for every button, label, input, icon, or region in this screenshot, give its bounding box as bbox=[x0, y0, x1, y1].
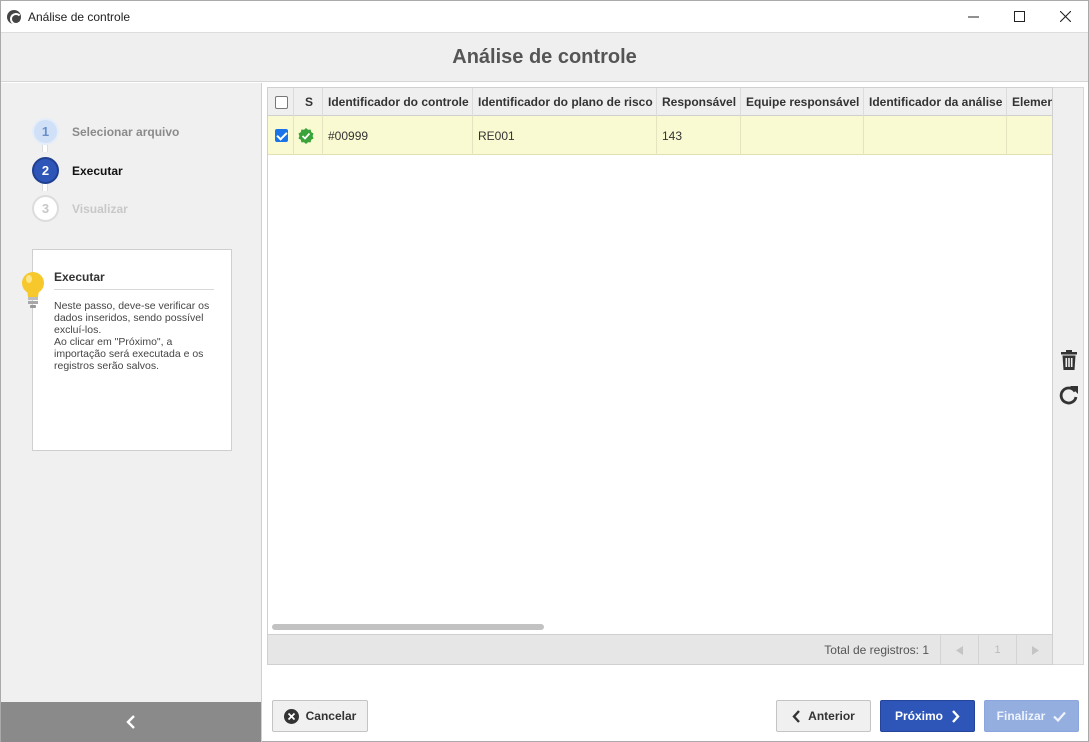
wizard-window: Análise de controle Análise de controle … bbox=[0, 0, 1089, 742]
step-number: 2 bbox=[32, 157, 59, 184]
column-header-element[interactable]: Elemen bbox=[1007, 88, 1052, 116]
column-header-risk-plan-id[interactable]: Identificador do plano de risco bbox=[473, 88, 657, 116]
chevron-right-icon bbox=[952, 709, 960, 723]
next-page-button[interactable] bbox=[1016, 634, 1052, 664]
column-header-responsible[interactable]: Responsável bbox=[657, 88, 741, 116]
step-select-file[interactable]: 1 Selecionar arquivo bbox=[32, 112, 179, 151]
close-icon bbox=[1059, 11, 1071, 22]
step-label: Selecionar arquivo bbox=[72, 124, 180, 139]
next-label: Próximo bbox=[894, 709, 943, 723]
cancel-circle-icon bbox=[283, 708, 299, 724]
next-button[interactable]: Próximo bbox=[880, 700, 975, 732]
triangle-right-icon bbox=[1032, 645, 1039, 655]
maximize-icon bbox=[1013, 11, 1025, 22]
minimize-icon bbox=[967, 16, 979, 18]
finish-button: Finalizar bbox=[984, 700, 1079, 732]
chevron-left-icon bbox=[792, 709, 801, 723]
refresh-icon bbox=[1059, 386, 1078, 405]
previous-page-button[interactable] bbox=[940, 634, 978, 664]
cell-responsible-team bbox=[741, 116, 864, 155]
checkmark-icon bbox=[1053, 711, 1067, 722]
cancel-button[interactable]: Cancelar bbox=[272, 700, 368, 732]
minimize-button[interactable] bbox=[950, 1, 996, 32]
help-title: Executar bbox=[54, 270, 105, 284]
record-count: Total de registros: 1 bbox=[824, 643, 929, 657]
row-checkbox[interactable] bbox=[268, 116, 294, 155]
step-number: 3 bbox=[32, 195, 59, 222]
step-label: Executar bbox=[72, 163, 123, 178]
table-row[interactable]: #00999 RE001 143 bbox=[268, 116, 1052, 155]
finish-label: Finalizar bbox=[996, 709, 1046, 723]
maximize-button[interactable] bbox=[996, 1, 1042, 32]
cell-element bbox=[1007, 116, 1052, 155]
step-list: 1 Selecionar arquivo 2 Executar 3 Visual… bbox=[32, 112, 179, 227]
column-header-status[interactable]: S bbox=[294, 88, 323, 116]
delete-button[interactable] bbox=[1058, 349, 1080, 371]
page-header: Análise de controle bbox=[1, 32, 1088, 82]
trash-icon bbox=[1061, 350, 1077, 370]
help-panel: Executar Neste passo, deve-se verificar … bbox=[22, 249, 232, 451]
help-text: Neste passo, deve-se verificar os dados … bbox=[54, 300, 210, 372]
previous-button[interactable]: Anterior bbox=[776, 700, 871, 732]
column-header-responsible-team[interactable]: Equipe responsável bbox=[741, 88, 864, 116]
grid-header: S Identificador do controle Identificado… bbox=[268, 88, 1052, 116]
triangle-left-icon bbox=[956, 645, 963, 655]
cell-control-id: #00999 bbox=[323, 116, 473, 155]
refresh-button[interactable] bbox=[1058, 384, 1080, 406]
data-grid: S Identificador do controle Identificado… bbox=[267, 87, 1053, 665]
cancel-label: Cancelar bbox=[305, 709, 357, 723]
step-execute[interactable]: 2 Executar bbox=[32, 151, 179, 190]
cell-risk-plan-id: RE001 bbox=[473, 116, 657, 155]
app-icon bbox=[7, 9, 22, 25]
wizard-sidebar: 1 Selecionar arquivo 2 Executar 3 Visual… bbox=[1, 83, 262, 742]
close-button[interactable] bbox=[1042, 1, 1088, 32]
horizontal-scrollbar[interactable] bbox=[272, 624, 544, 630]
grid-footer: Total de registros: 1 1 bbox=[268, 634, 1052, 664]
page-title: Análise de controle bbox=[452, 45, 637, 68]
column-header-control-id[interactable]: Identificador do controle bbox=[323, 88, 473, 116]
step-view[interactable]: 3 Visualizar bbox=[32, 190, 179, 227]
collapse-sidebar-button[interactable] bbox=[1, 702, 261, 742]
lightbulb-icon bbox=[22, 272, 44, 308]
cell-analysis-id bbox=[864, 116, 1007, 155]
cell-responsible: 143 bbox=[657, 116, 741, 155]
status-cell bbox=[294, 116, 323, 155]
page-number: 1 bbox=[978, 634, 1016, 664]
previous-label: Anterior bbox=[808, 709, 855, 723]
step-number: 1 bbox=[32, 118, 59, 145]
title-bar: Análise de controle bbox=[1, 1, 1088, 32]
select-all-checkbox[interactable] bbox=[268, 88, 294, 116]
window-title: Análise de controle bbox=[28, 9, 131, 24]
chevron-left-icon bbox=[126, 715, 135, 729]
divider bbox=[54, 289, 214, 290]
step-label: Visualizar bbox=[72, 201, 128, 216]
column-header-analysis-id[interactable]: Identificador da análise bbox=[864, 88, 1007, 116]
verified-badge-icon bbox=[298, 127, 314, 144]
grid-toolbar bbox=[1053, 87, 1084, 665]
